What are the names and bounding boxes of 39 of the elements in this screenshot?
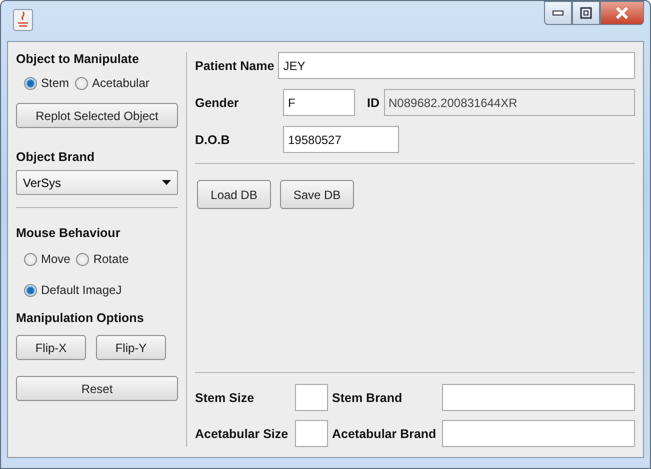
radio-button[interactable]: Acetabular: [75, 76, 150, 90]
radio-button[interactable]: Default ImageJ: [24, 283, 122, 297]
minimize-button[interactable]: [544, 1, 572, 25]
close-button[interactable]: [600, 1, 644, 25]
field-label: ID: [367, 96, 380, 110]
java-cup-icon: [13, 9, 33, 31]
field-label: Acetabular Brand: [332, 426, 438, 440]
database-button[interactable]: Save DB: [280, 180, 354, 209]
acetabular-size-field[interactable]: [295, 420, 328, 447]
dropdown-arrow-icon: [162, 180, 171, 185]
section-heading: Manipulation Options: [16, 311, 145, 325]
radio-button[interactable]: Stem: [24, 76, 70, 90]
patient-name-field[interactable]: JEY: [278, 52, 635, 79]
reset-button[interactable]: Reset: [16, 376, 178, 401]
stem-brand-field[interactable]: [442, 384, 635, 411]
section-heading: Object to Manipulate: [16, 52, 140, 66]
field-label: Patient Name: [195, 58, 274, 72]
section-heading: Object Brand: [16, 150, 96, 164]
acetabular-brand-field[interactable]: [442, 420, 635, 447]
dob-field[interactable]: 19580527: [283, 126, 399, 153]
flip-button[interactable]: Flip-X: [16, 335, 86, 360]
flip-button[interactable]: Flip-Y: [96, 335, 166, 360]
field-label: Gender: [195, 96, 240, 110]
maximize-icon: [580, 7, 592, 19]
field-label: D.O.B: [195, 132, 231, 146]
section-heading: Mouse Behaviour: [16, 226, 122, 240]
replot-button[interactable]: Replot Selected Object: [16, 103, 178, 128]
radio-button[interactable]: Rotate: [76, 252, 129, 266]
brand-dropdown[interactable]: VerSys: [16, 170, 178, 195]
close-icon: [615, 7, 629, 19]
field-label: Stem Brand: [332, 390, 404, 404]
stem-size-field[interactable]: [295, 384, 328, 411]
gender-field[interactable]: F: [283, 89, 355, 116]
database-button[interactable]: Load DB: [197, 180, 271, 209]
radio-button[interactable]: Move: [24, 252, 70, 266]
minimize-icon: [552, 10, 564, 16]
maximize-button[interactable]: [572, 1, 600, 25]
field-label: Stem Size: [195, 390, 256, 404]
field-label: Acetabular Size: [195, 426, 290, 440]
